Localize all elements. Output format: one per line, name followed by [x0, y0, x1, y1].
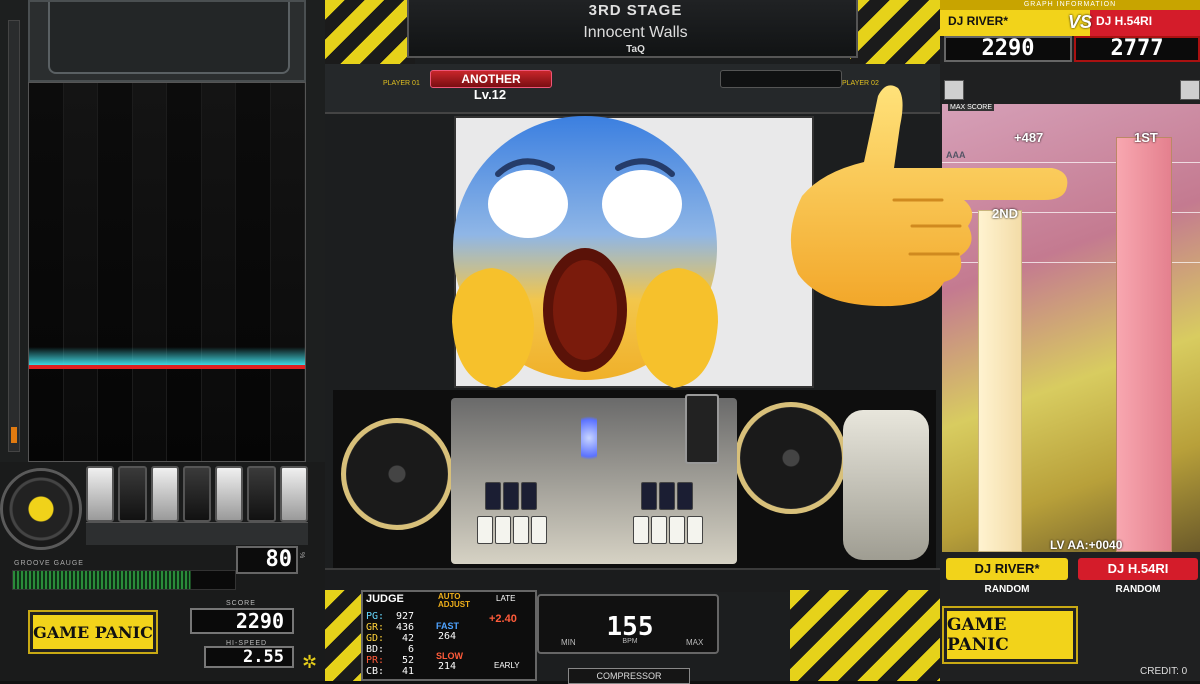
- groove-gauge-label: GROOVE GAUGE: [14, 560, 84, 567]
- song-title: Innocent Walls: [583, 24, 688, 41]
- auto-adjust-label: AUTO ADJUST: [438, 592, 471, 609]
- game-panic-logo: GAME PANIC: [30, 612, 156, 652]
- judge-row-value: 42: [401, 633, 414, 644]
- judge-row: GR: 436: [366, 622, 414, 633]
- hispeed-value: 2.55: [204, 646, 294, 668]
- flower-icon: ✲: [302, 652, 318, 672]
- groove-gauge-value: 80: [236, 546, 298, 574]
- lane-7: [270, 83, 305, 461]
- judge-row-value: 52: [401, 655, 414, 666]
- stage-label: 3RD STAGE: [588, 2, 683, 19]
- lower-strip: [325, 568, 940, 592]
- key-1[interactable]: [86, 466, 115, 522]
- judge-row-label: CB:: [366, 666, 385, 677]
- graph-info-header: GRAPH INFORMATION: [940, 0, 1200, 10]
- song-artist: TaQ: [626, 44, 645, 55]
- screaming-face-icon: [452, 116, 718, 388]
- judge-row: PR: 52: [366, 655, 414, 666]
- judge-row-value: 41: [401, 666, 414, 677]
- lane-scratch: [29, 83, 64, 461]
- rival-a-score: 2290: [944, 36, 1072, 62]
- pointing-hand-icon: [790, 85, 1068, 307]
- judge-line: [29, 365, 305, 369]
- early-label: EARLY: [494, 661, 520, 670]
- player1-label: PLAYER 01: [383, 80, 420, 87]
- rival-a-name-tag: DJ RIVER*: [946, 558, 1068, 580]
- rival-b-name-tag: DJ H.54RI: [1078, 558, 1198, 580]
- rank-rival-b: 1ST: [1134, 130, 1158, 145]
- judge-row-label: PG:: [366, 611, 385, 622]
- lane-cover: [28, 0, 306, 82]
- effect-label: COMPRESSOR: [568, 668, 690, 684]
- difficulty-badge: ANOTHER: [430, 70, 552, 88]
- key-7[interactable]: [279, 466, 308, 522]
- lower-hatch-right: [790, 590, 940, 681]
- groove-gauge-unit: %: [298, 552, 305, 559]
- lane-4: [167, 83, 202, 461]
- lane-3: [132, 83, 167, 461]
- rival-b-score: 2777: [1074, 36, 1200, 62]
- timing-offset: +2.40: [489, 613, 517, 625]
- game-panic-logo-right: GAME PANIC: [944, 608, 1076, 662]
- judge-row-label: GR:: [366, 622, 385, 633]
- key-2[interactable]: [118, 466, 147, 522]
- key-3[interactable]: [150, 466, 179, 522]
- towel: [843, 410, 929, 560]
- judge-row-label: GD:: [366, 633, 385, 644]
- slow-count: 214: [438, 661, 457, 672]
- late-label: LATE: [496, 594, 516, 603]
- judge-row-value: 6: [407, 644, 414, 655]
- key-5[interactable]: [215, 466, 244, 522]
- rival-b-bar: [1116, 137, 1172, 552]
- left-turntable: [341, 418, 453, 530]
- lv-aa-diff: LV AA:+0040: [1050, 538, 1123, 552]
- progress-rail: [8, 20, 20, 452]
- rival-b-name: DJ H.54RI: [1096, 14, 1153, 28]
- lane-1: [63, 83, 98, 461]
- score-value: 2290: [190, 608, 294, 634]
- judge-row: BD: 6: [366, 644, 414, 655]
- key-6[interactable]: [247, 466, 276, 522]
- led-light: [581, 408, 597, 468]
- fast-label: FAST: [436, 621, 460, 631]
- lane-5: [201, 83, 236, 461]
- judge-title: JUDGE: [366, 593, 404, 605]
- key-4[interactable]: [182, 466, 212, 522]
- judge-line-glow: [29, 347, 305, 365]
- player-camera-feed: [333, 390, 936, 568]
- judge-row-value: 927: [395, 611, 414, 622]
- phone: [685, 394, 719, 464]
- right-turntable: [735, 402, 847, 514]
- judge-row: CB: 41: [366, 666, 414, 677]
- score-label: SCORE: [226, 600, 256, 607]
- fast-count: 264: [438, 631, 457, 642]
- bpm-label: BPM: [622, 638, 638, 645]
- scratch-turntable[interactable]: [0, 468, 82, 550]
- vs-label: VS: [1068, 12, 1093, 32]
- bpm-max-label: MAX: [686, 638, 704, 647]
- judge-row-label: PR:: [366, 655, 385, 666]
- slow-label: SLOW: [436, 651, 463, 661]
- lane-2: [98, 83, 133, 461]
- judge-row-value: 436: [395, 622, 414, 633]
- credit-count: CREDIT: 0: [1140, 666, 1188, 677]
- rival-a-option: RANDOM: [984, 584, 1030, 595]
- judge-row-label: BD:: [366, 644, 385, 655]
- key-row: [86, 466, 308, 522]
- chart-level: Lv.12: [473, 87, 507, 102]
- lane-6: [236, 83, 271, 461]
- lower-hatch-left: [325, 590, 361, 681]
- rival-a-name: DJ RIVER*: [948, 14, 1009, 28]
- bpm-min-label: MIN: [561, 638, 576, 647]
- graph-icon-right: [1180, 80, 1200, 100]
- groove-gauge-bar: [12, 570, 236, 590]
- rival-b-option: RANDOM: [1115, 584, 1161, 595]
- judge-row: GD: 42: [366, 633, 414, 644]
- judge-row: PG: 927: [366, 611, 414, 622]
- note-lanes: [28, 82, 306, 462]
- progress-marker: [11, 427, 17, 443]
- key-base: [86, 522, 308, 545]
